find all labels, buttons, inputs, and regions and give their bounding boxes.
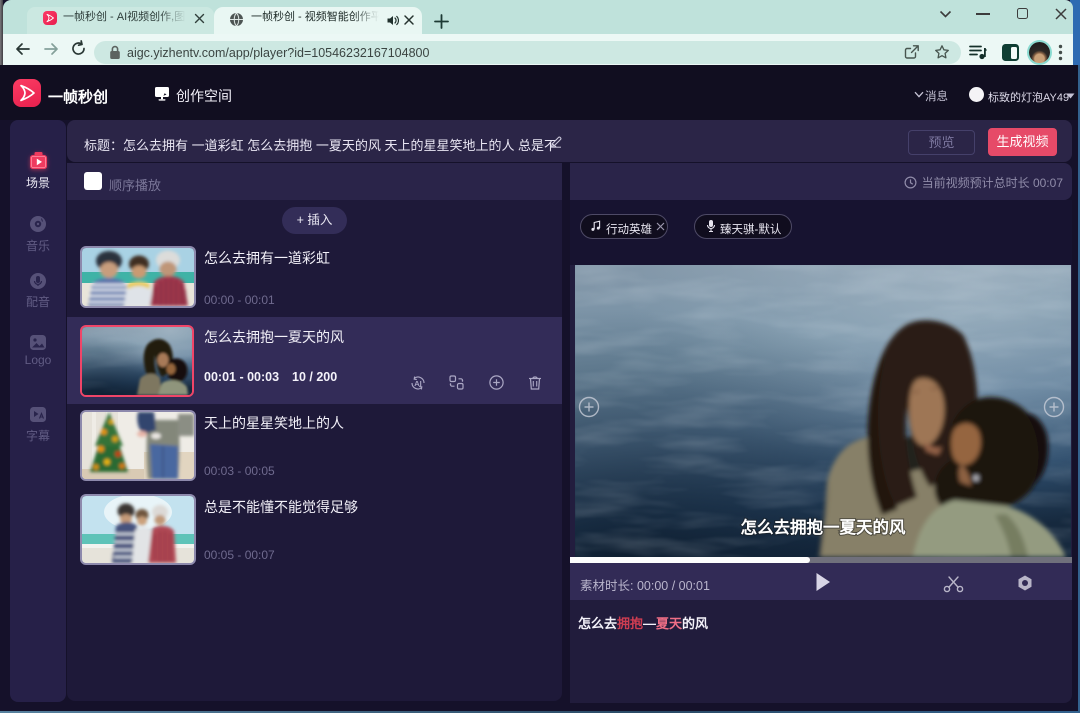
svg-text:AI: AI <box>414 379 422 388</box>
svg-text:怎么去拥抱一夏天的风: 怎么去拥抱一夏天的风 <box>741 517 907 537</box>
